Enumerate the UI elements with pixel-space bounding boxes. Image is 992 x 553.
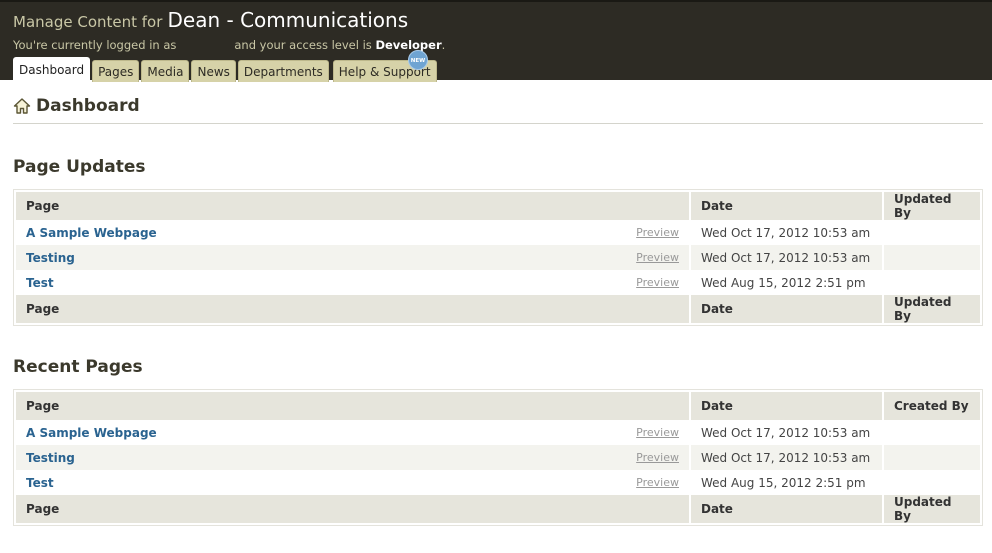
login-prefix: You're currently logged in as [13, 38, 177, 52]
page-heading: Dashboard [13, 96, 983, 124]
created-by-cell [884, 470, 980, 495]
page-cell: Testing Preview [16, 245, 691, 270]
access-text: and your access level is [234, 38, 372, 52]
access-level: Developer [375, 38, 442, 52]
updated-by-cell [884, 270, 980, 295]
preview-link[interactable]: Preview [636, 226, 679, 239]
login-status: You're currently logged in as and your ac… [13, 38, 445, 52]
page-cell: Test Preview [16, 470, 691, 495]
page-cell: A Sample Webpage Preview [16, 420, 691, 445]
tab-dashboard[interactable]: Dashboard [13, 57, 91, 82]
column-header-created-by[interactable]: Created By [884, 392, 980, 420]
preview-link[interactable]: Preview [636, 276, 679, 289]
column-footer-updated-by: Updated By [884, 495, 980, 523]
updated-by-cell [884, 220, 980, 245]
table-row: Testing Preview Wed Oct 17, 2012 10:53 a… [16, 445, 980, 470]
column-header-date[interactable]: Date [691, 392, 884, 420]
table-footer-row: Page Date Updated By [16, 495, 980, 523]
page-link[interactable]: A Sample Webpage [26, 426, 157, 440]
table-row: A Sample Webpage Preview Wed Oct 17, 201… [16, 220, 980, 245]
tab-pages[interactable]: Pages [92, 60, 140, 82]
page-title: Dashboard [36, 96, 140, 116]
top-header: Manage Content for Dean - Communications… [0, 0, 992, 82]
access-suffix: . [441, 38, 446, 52]
date-cell: Wed Aug 15, 2012 2:51 pm [691, 270, 884, 295]
page-link[interactable]: Testing [26, 251, 75, 265]
tab-media[interactable]: Media [141, 60, 190, 82]
date-cell: Wed Oct 17, 2012 10:53 am [691, 445, 884, 470]
date-cell: Wed Oct 17, 2012 10:53 am [691, 245, 884, 270]
column-header-page[interactable]: Page [16, 392, 691, 420]
column-footer-page: Page [16, 495, 691, 523]
updated-by-cell [884, 245, 980, 270]
table-row: Test Preview Wed Aug 15, 2012 2:51 pm [16, 270, 980, 295]
created-by-cell [884, 420, 980, 445]
column-footer-date: Date [691, 495, 884, 523]
column-header-updated-by[interactable]: Updated By [884, 192, 980, 220]
date-cell: Wed Aug 15, 2012 2:51 pm [691, 470, 884, 495]
table-header-row: Page Date Updated By [16, 192, 980, 220]
page-link[interactable]: Test [26, 476, 54, 490]
page-link[interactable]: A Sample Webpage [26, 226, 157, 240]
preview-link[interactable]: Preview [636, 251, 679, 264]
page-cell: A Sample Webpage Preview [16, 220, 691, 245]
page-updates-title: Page Updates [13, 157, 146, 177]
main-tabs: Dashboard Pages Media News Departments H… [13, 50, 439, 82]
preview-link[interactable]: Preview [636, 476, 679, 489]
main-content: Dashboard Page Updates Page Date Updated… [0, 96, 992, 526]
site-name: Dean - Communications [167, 8, 409, 32]
tab-departments[interactable]: Departments [237, 60, 329, 82]
page-cell: Test Preview [16, 270, 691, 295]
column-footer-date: Date [691, 295, 884, 323]
page-link[interactable]: Testing [26, 451, 75, 465]
table-footer-row: Page Date Updated By [16, 295, 980, 323]
column-footer-page: Page [16, 295, 691, 323]
date-cell: Wed Oct 17, 2012 10:53 am [691, 220, 884, 245]
column-header-date[interactable]: Date [691, 192, 884, 220]
table-row: A Sample Webpage Preview Wed Oct 17, 201… [16, 420, 980, 445]
table-row: Testing Preview Wed Oct 17, 2012 10:53 a… [16, 245, 980, 270]
recent-pages-table: Page Date Created By A Sample Webpage Pr… [13, 389, 983, 526]
created-by-cell [884, 445, 980, 470]
tab-news[interactable]: News [191, 60, 236, 82]
new-badge: NEW [408, 50, 428, 70]
column-footer-updated-by: Updated By [884, 295, 980, 323]
table-row: Test Preview Wed Aug 15, 2012 2:51 pm [16, 470, 980, 495]
column-header-page[interactable]: Page [16, 192, 691, 220]
site-title-prefix: Manage Content for [13, 13, 163, 31]
recent-pages-title: Recent Pages [13, 357, 143, 377]
home-icon [13, 98, 31, 114]
page-link[interactable]: Test [26, 276, 54, 290]
page-updates-table: Page Date Updated By A Sample Webpage Pr… [13, 189, 983, 326]
page-cell: Testing Preview [16, 445, 691, 470]
date-cell: Wed Oct 17, 2012 10:53 am [691, 420, 884, 445]
table-header-row: Page Date Created By [16, 392, 980, 420]
preview-link[interactable]: Preview [636, 451, 679, 464]
site-title: Manage Content for Dean - Communications [13, 8, 408, 32]
preview-link[interactable]: Preview [636, 426, 679, 439]
